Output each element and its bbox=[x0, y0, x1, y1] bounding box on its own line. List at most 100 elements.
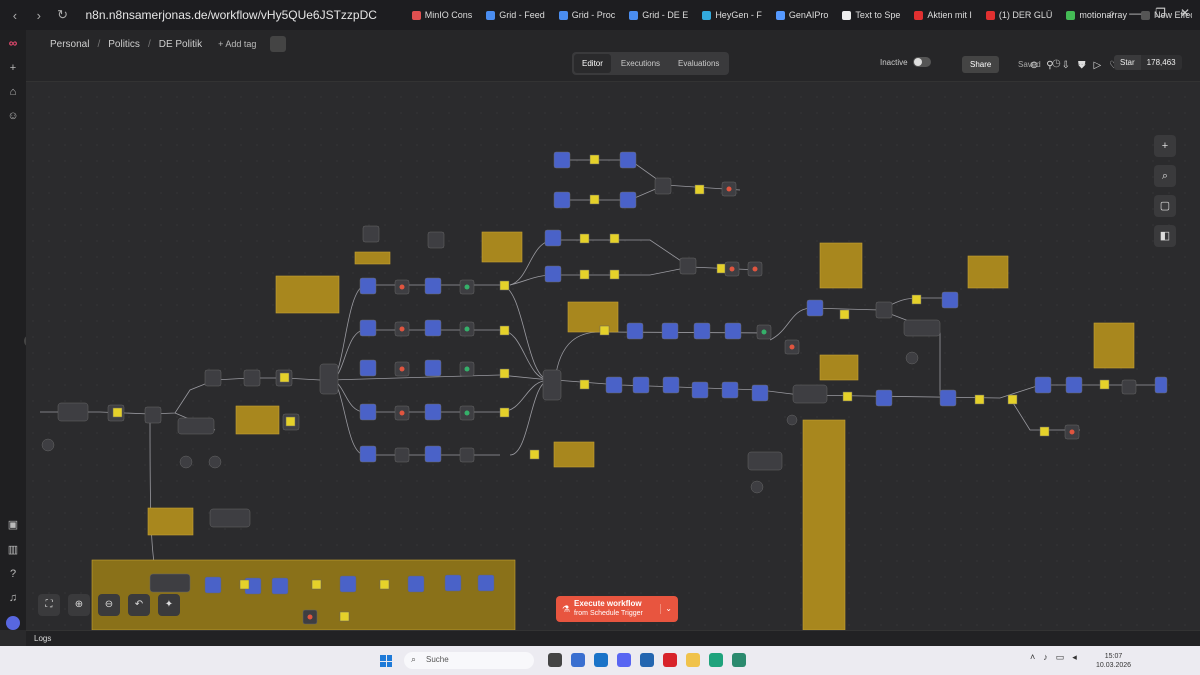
sub-node[interactable] bbox=[208, 455, 222, 469]
chevron-up-icon[interactable]: ˄ bbox=[1030, 652, 1035, 663]
node[interactable] bbox=[359, 277, 377, 295]
node[interactable] bbox=[1034, 376, 1052, 394]
node[interactable] bbox=[1121, 379, 1137, 395]
sub-node[interactable] bbox=[750, 480, 764, 494]
node[interactable] bbox=[662, 376, 680, 394]
sticky-note[interactable] bbox=[235, 405, 280, 435]
app-icon[interactable] bbox=[571, 653, 585, 667]
sticky-note[interactable] bbox=[481, 231, 523, 263]
node[interactable] bbox=[903, 319, 941, 337]
node[interactable] bbox=[721, 381, 739, 399]
node[interactable] bbox=[209, 508, 251, 528]
sub-node[interactable] bbox=[905, 351, 919, 365]
node[interactable] bbox=[626, 322, 644, 340]
node[interactable] bbox=[444, 574, 462, 592]
sticky-note[interactable] bbox=[1093, 322, 1135, 369]
node[interactable] bbox=[619, 151, 637, 169]
zoom-in-icon[interactable]: ⊕ bbox=[68, 594, 90, 616]
sticky-note[interactable] bbox=[275, 275, 340, 314]
node[interactable] bbox=[319, 363, 339, 395]
node[interactable] bbox=[941, 291, 959, 309]
node[interactable] bbox=[661, 322, 679, 340]
node[interactable] bbox=[149, 573, 191, 593]
node[interactable] bbox=[477, 574, 495, 592]
node[interactable] bbox=[424, 319, 442, 337]
fit-view-icon[interactable]: ⛶ bbox=[38, 594, 60, 616]
mic-icon[interactable]: ♪ bbox=[1043, 652, 1048, 663]
node[interactable] bbox=[1065, 376, 1083, 394]
node[interactable] bbox=[751, 384, 769, 402]
node[interactable] bbox=[271, 577, 289, 595]
panel-icon[interactable]: ◧ bbox=[1154, 225, 1176, 247]
node[interactable] bbox=[553, 151, 571, 169]
tidy-up-icon[interactable]: ✦ bbox=[158, 594, 180, 616]
node[interactable] bbox=[875, 389, 893, 407]
network-icon[interactable]: ▭ bbox=[1056, 652, 1065, 663]
node[interactable] bbox=[544, 265, 562, 283]
discord-icon[interactable] bbox=[617, 653, 631, 667]
edge-icon[interactable] bbox=[709, 653, 723, 667]
node[interactable] bbox=[243, 369, 261, 387]
node[interactable] bbox=[542, 369, 562, 401]
explorer-icon[interactable] bbox=[686, 653, 700, 667]
add-node-icon[interactable]: + bbox=[1154, 135, 1176, 157]
node[interactable] bbox=[605, 376, 623, 394]
node[interactable] bbox=[424, 277, 442, 295]
node[interactable] bbox=[359, 403, 377, 421]
node[interactable] bbox=[144, 406, 162, 424]
node[interactable] bbox=[544, 229, 562, 247]
sticky-note[interactable] bbox=[967, 255, 1009, 289]
node[interactable] bbox=[204, 576, 222, 594]
node[interactable] bbox=[359, 445, 377, 463]
node[interactable] bbox=[407, 575, 425, 593]
sticky-note[interactable] bbox=[354, 251, 391, 265]
vscode-icon[interactable] bbox=[640, 653, 654, 667]
node[interactable] bbox=[339, 575, 357, 593]
search-nodes-icon[interactable]: ⌕ bbox=[1154, 165, 1176, 187]
sticky-note-tall[interactable] bbox=[802, 419, 846, 631]
node[interactable] bbox=[632, 376, 650, 394]
node[interactable] bbox=[691, 381, 709, 399]
clock[interactable]: 15:07 10.03.2026 bbox=[1096, 652, 1131, 670]
sub-node[interactable] bbox=[179, 455, 193, 469]
node[interactable] bbox=[693, 322, 711, 340]
node[interactable] bbox=[57, 402, 89, 422]
execute-workflow-button[interactable]: ⚗ Execute workflow from Schedule Trigger… bbox=[556, 596, 678, 622]
node[interactable] bbox=[654, 177, 672, 195]
node[interactable] bbox=[619, 191, 637, 209]
node[interactable] bbox=[362, 225, 380, 243]
node[interactable] bbox=[459, 447, 475, 463]
sticky-note[interactable] bbox=[567, 301, 619, 333]
zoom-out-icon[interactable]: ⊖ bbox=[98, 594, 120, 616]
chevron-down-icon[interactable]: ⌄ bbox=[660, 604, 672, 614]
task-view-icon[interactable] bbox=[548, 653, 562, 667]
node[interactable] bbox=[806, 299, 824, 317]
node[interactable] bbox=[424, 403, 442, 421]
sub-node[interactable] bbox=[786, 414, 798, 426]
node[interactable] bbox=[875, 301, 893, 319]
sticky-icon[interactable]: ▢ bbox=[1154, 195, 1176, 217]
node[interactable] bbox=[424, 445, 442, 463]
node[interactable] bbox=[394, 447, 410, 463]
node[interactable] bbox=[724, 322, 742, 340]
node[interactable] bbox=[553, 191, 571, 209]
opera-icon[interactable] bbox=[663, 653, 677, 667]
node[interactable] bbox=[177, 417, 215, 435]
node[interactable] bbox=[939, 389, 957, 407]
sticky-note[interactable] bbox=[147, 507, 194, 536]
node[interactable] bbox=[359, 319, 377, 337]
node[interactable] bbox=[204, 369, 222, 387]
sticky-note[interactable] bbox=[819, 354, 859, 381]
sub-node[interactable] bbox=[41, 438, 55, 452]
outlook-icon[interactable] bbox=[594, 653, 608, 667]
start-icon[interactable] bbox=[380, 655, 392, 667]
logs-panel-bar[interactable]: Logs bbox=[26, 630, 1200, 646]
node[interactable] bbox=[679, 257, 697, 275]
node[interactable] bbox=[792, 384, 828, 404]
taskbar-search[interactable]: ⌕ Suche bbox=[404, 652, 534, 669]
sticky-note[interactable] bbox=[819, 242, 863, 289]
node[interactable] bbox=[427, 231, 445, 249]
speaker-icon[interactable]: ◂ bbox=[1072, 652, 1077, 663]
undo-icon[interactable]: ↶ bbox=[128, 594, 150, 616]
node[interactable] bbox=[747, 451, 783, 471]
